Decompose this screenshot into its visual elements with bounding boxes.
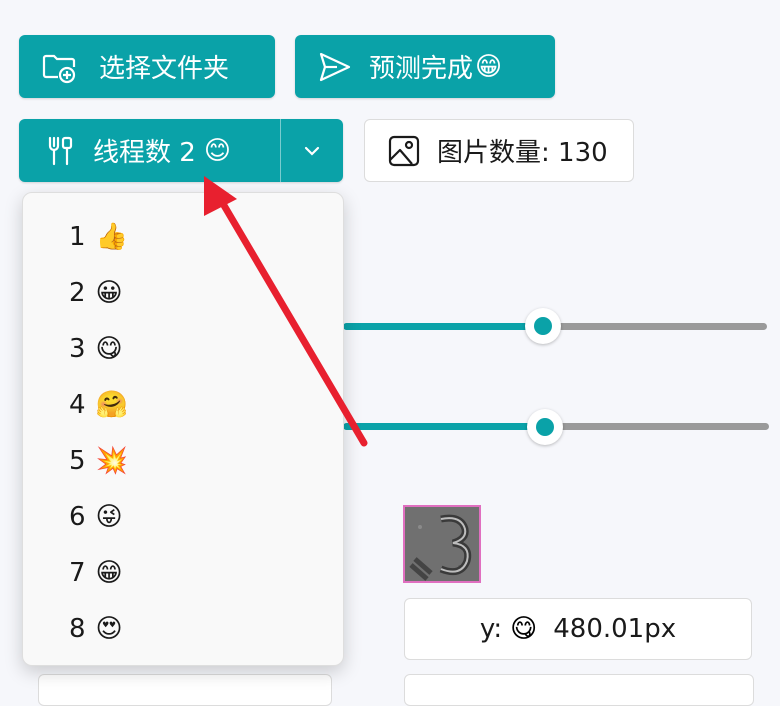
image-thumbnail[interactable] <box>403 505 481 583</box>
send-icon <box>317 49 353 85</box>
smile-emoji: 😊 <box>203 135 231 166</box>
image-icon <box>387 134 421 168</box>
image-count-label: 图片数量: 130 <box>437 138 608 168</box>
option-label: 6 <box>69 502 86 532</box>
thumbs-up-emoji: 👍 <box>95 222 128 252</box>
option-label: 4 <box>69 390 86 420</box>
coord-display: y: 😋 480.01px <box>404 598 752 660</box>
partial-box-left <box>38 674 332 706</box>
option-label: 5 <box>69 446 86 476</box>
threads-dropdown-menu: 1 👍 2 😀 3 😋 4 🤗 5 💥 6 😜 7 😁 8 😍 <box>22 192 344 666</box>
hugging-emoji: 🤗 <box>95 390 128 420</box>
grinning-emoji: 😀 <box>95 278 123 308</box>
captcha-image-icon <box>405 507 479 581</box>
slider-1-track <box>543 323 767 330</box>
option-label: 3 <box>69 334 86 364</box>
threads-split-button[interactable]: 线程数 2 😊 <box>19 119 343 182</box>
option-label: 2 <box>69 278 86 308</box>
dropdown-option-3[interactable]: 3 😋 <box>69 329 123 369</box>
yum-emoji: 😋 <box>510 614 538 644</box>
slider-2-track <box>545 423 769 430</box>
option-label: 1 <box>69 222 86 252</box>
option-label: 7 <box>69 558 86 588</box>
dropdown-option-2[interactable]: 2 😀 <box>69 273 123 313</box>
dropdown-option-8[interactable]: 8 😍 <box>69 609 123 649</box>
slider-2-fill <box>343 423 545 430</box>
coord-value: 480.01px <box>553 614 677 644</box>
partial-box-right <box>404 674 754 706</box>
collision-emoji: 💥 <box>95 446 128 476</box>
dropdown-option-4[interactable]: 4 🤗 <box>69 385 128 425</box>
heart-eyes-emoji: 😍 <box>95 614 123 644</box>
chevron-down-icon[interactable] <box>281 119 343 182</box>
dropdown-option-7[interactable]: 7 😁 <box>69 553 123 593</box>
grin-emoji: 😁 <box>95 558 123 588</box>
predict-button[interactable]: 预测完成 😁 <box>295 35 555 98</box>
image-count-box: 图片数量: 130 <box>364 119 634 182</box>
dropdown-option-6[interactable]: 6 😜 <box>69 497 123 537</box>
tools-icon <box>43 134 77 168</box>
coord-label: y: <box>479 614 503 644</box>
yum-emoji: 😋 <box>95 334 123 364</box>
predict-label: 预测完成 <box>369 54 474 84</box>
dropdown-option-5[interactable]: 5 💥 <box>69 441 128 481</box>
grin-emoji: 😁 <box>475 51 503 82</box>
slider-1-fill <box>343 323 543 330</box>
option-label: 8 <box>69 614 86 644</box>
folder-add-icon <box>41 49 77 85</box>
dropdown-option-1[interactable]: 1 👍 <box>69 217 128 257</box>
slider-1-thumb[interactable] <box>525 308 561 344</box>
winking-tongue-emoji: 😜 <box>95 502 123 532</box>
select-folder-label: 选择文件夹 <box>99 54 230 84</box>
threads-label: 线程数 2 <box>93 138 196 168</box>
select-folder-button[interactable]: 选择文件夹 <box>19 35 275 98</box>
slider-2-thumb[interactable] <box>527 409 563 445</box>
